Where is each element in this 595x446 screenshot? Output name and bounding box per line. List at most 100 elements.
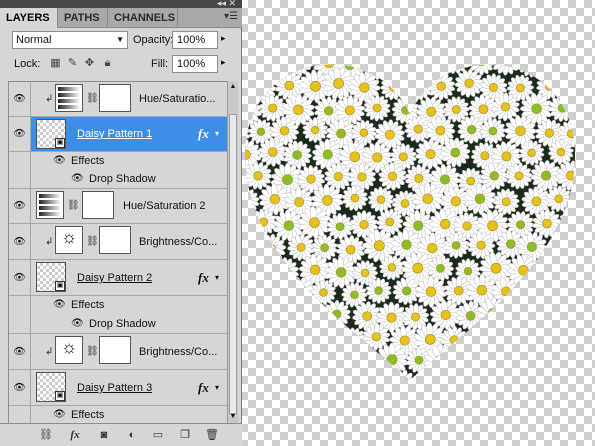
layer-mask-thumbnail[interactable] (82, 191, 114, 219)
fx-icon[interactable]: fx (198, 380, 209, 396)
layer-mask-thumbnail[interactable] (99, 336, 131, 364)
daisy-flower (245, 76, 249, 95)
tab-channels[interactable]: CHANNELS (108, 8, 178, 28)
layer-row-brightness-contrast-1[interactable]: 👁︎ ↲ ☼ ⛓ Brightness/Co... (9, 224, 228, 260)
visibility-eye-icon[interactable]: 👁︎ (9, 82, 31, 116)
panel-menu-icon[interactable]: ▾☰ (224, 10, 238, 24)
fill-slider-arrow-icon[interactable]: ▸ (221, 57, 226, 68)
lock-all-icon[interactable]: 🔒︎ (101, 57, 114, 70)
effects-header-row[interactable]: 👁︎ Effects (9, 152, 228, 170)
drop-shadow-label: Drop Shadow (89, 173, 156, 185)
group-icon[interactable]: ▭ (150, 427, 166, 443)
lock-image-icon[interactable]: ✎ (66, 57, 79, 70)
daisy-flower (366, 370, 392, 380)
effects-eye-icon[interactable]: 👁︎ (53, 299, 66, 310)
chevron-down-icon: ▼ (116, 35, 124, 44)
layer-row-hue-saturation-2[interactable]: 👁︎ ⛓ Hue/Saturation 2 (9, 189, 228, 224)
daisy-flower (553, 250, 575, 284)
new-layer-icon[interactable]: ❐ (177, 427, 193, 443)
visibility-eye-icon[interactable]: 👁︎ (9, 370, 31, 405)
daisy-flower (494, 372, 519, 380)
daisy-flower (470, 322, 498, 351)
effects-header-row[interactable]: 👁︎ Effects (9, 296, 228, 314)
layer-row-brightness-contrast-2[interactable]: 👁︎ ↲ ☼ ⛓ Brightness/Co... (9, 334, 228, 370)
lock-position-icon[interactable]: ✥ (83, 57, 96, 70)
daisy-flower (245, 253, 274, 283)
layer-name[interactable]: Daisy Pattern 3 (77, 382, 152, 394)
daisy-flower (582, 73, 585, 103)
layer-name[interactable]: Daisy Pattern 2 (77, 272, 152, 284)
expand-effects-icon[interactable]: ▾ (215, 273, 219, 282)
add-mask-icon[interactable]: ◙ (96, 427, 112, 443)
layer-mask-thumbnail[interactable] (99, 226, 131, 254)
fx-icon[interactable]: fx (198, 126, 209, 142)
visibility-eye-icon[interactable]: 👁︎ (9, 224, 31, 259)
layer-name[interactable]: Daisy Pattern 1 (77, 128, 152, 140)
daisy-flower (545, 274, 575, 307)
daisy-flower (245, 342, 275, 376)
daisy-flower (285, 368, 314, 380)
daisy-flower (555, 301, 575, 331)
daisy-flower (245, 64, 262, 75)
effects-header-row[interactable]: 👁︎ Effects (9, 406, 228, 424)
mask-link-icon[interactable]: ⛓ (67, 200, 80, 211)
effect-visibility-slot (9, 314, 31, 333)
drop-shadow-row[interactable]: 👁︎ Drop Shadow (9, 170, 228, 189)
daisy-flower (260, 327, 289, 355)
layer-row-daisy-pattern-2[interactable]: 👁︎ ▣ Daisy Pattern 2 fx ▾ (9, 260, 228, 296)
opacity-label: Opacity: (133, 34, 174, 46)
drop-shadow-row[interactable]: 👁︎ Drop Shadow (9, 314, 228, 334)
hue-saturation-icon (36, 191, 64, 219)
opacity-slider-arrow-icon[interactable]: ▸ (221, 33, 226, 44)
scroll-down-icon[interactable]: ▼ (228, 411, 238, 423)
visibility-eye-icon[interactable]: 👁︎ (9, 189, 31, 223)
smart-object-badge-icon: ▣ (55, 391, 65, 401)
effects-visibility-slot (9, 152, 31, 170)
daisy-flower (571, 285, 575, 304)
drop-shadow-eye-icon[interactable]: 👁︎ (71, 318, 84, 329)
visibility-eye-icon[interactable]: 👁︎ (9, 334, 31, 369)
mask-link-icon[interactable]: ⛓ (86, 346, 99, 357)
visibility-eye-icon[interactable]: 👁︎ (9, 117, 31, 151)
link-layers-icon[interactable]: ⛓ (38, 427, 54, 443)
tab-paths[interactable]: PATHS (58, 8, 108, 28)
effects-visibility-slot (9, 406, 31, 424)
layer-list: 👁︎ ↲ ⛓ Hue/Saturatio... 👁︎ ▣ Daisy Patte… (8, 81, 228, 424)
layer-name[interactable]: Brightness/Co... (139, 346, 225, 358)
daisy-flower (453, 348, 481, 376)
effects-eye-icon[interactable]: 👁︎ (53, 409, 66, 420)
trash-icon[interactable]: 🗑︎ (204, 427, 220, 443)
brightness-contrast-icon: ☼ (55, 336, 83, 364)
fill-input[interactable]: 100% (172, 55, 218, 73)
daisy-flower (581, 205, 585, 237)
smart-object-thumbnail: ▣ (36, 119, 66, 149)
mask-link-icon[interactable]: ⛓ (86, 93, 99, 104)
collapse-icon[interactable]: ◂◂ ✕ (217, 0, 236, 8)
smart-object-thumbnail: ▣ (36, 262, 66, 292)
layers-panel: ◂◂ ✕ LAYERS PATHS CHANNELS ▾☰ Normal ▼ O… (0, 0, 242, 446)
adjustment-layer-icon[interactable]: ◐ (124, 427, 140, 443)
visibility-eye-icon[interactable]: 👁︎ (9, 260, 31, 295)
expand-effects-icon[interactable]: ▾ (215, 383, 219, 392)
effects-label: Effects (71, 299, 105, 311)
lock-transparent-icon[interactable]: ▦ (49, 57, 62, 70)
tab-layers[interactable]: LAYERS (0, 8, 58, 28)
blend-mode-select[interactable]: Normal ▼ (12, 31, 128, 49)
effects-visibility-slot (9, 296, 31, 314)
drop-shadow-eye-icon[interactable]: 👁︎ (71, 173, 84, 184)
layer-row-hue-saturation-1[interactable]: 👁︎ ↲ ⛓ Hue/Saturatio... (9, 82, 228, 117)
layer-name[interactable]: Brightness/Co... (139, 236, 225, 248)
daisy-flower (274, 347, 301, 374)
opacity-input[interactable]: 100% (172, 31, 218, 49)
layer-row-daisy-pattern-1[interactable]: 👁︎ ▣ Daisy Pattern 1 fx ▾ (9, 117, 228, 152)
add-style-icon[interactable]: fx (67, 427, 83, 443)
layer-name[interactable]: Hue/Saturatio... (139, 93, 225, 105)
layer-mask-thumbnail[interactable] (99, 84, 131, 112)
expand-effects-icon[interactable]: ▾ (215, 129, 219, 138)
hue-saturation-icon (55, 84, 83, 112)
effects-eye-icon[interactable]: 👁︎ (53, 155, 66, 166)
layer-row-daisy-pattern-3[interactable]: 👁︎ ▣ Daisy Pattern 3 fx ▾ (9, 370, 228, 406)
mask-link-icon[interactable]: ⛓ (86, 236, 99, 247)
layer-name[interactable]: Hue/Saturation 2 (123, 200, 223, 212)
fx-icon[interactable]: fx (198, 270, 209, 286)
